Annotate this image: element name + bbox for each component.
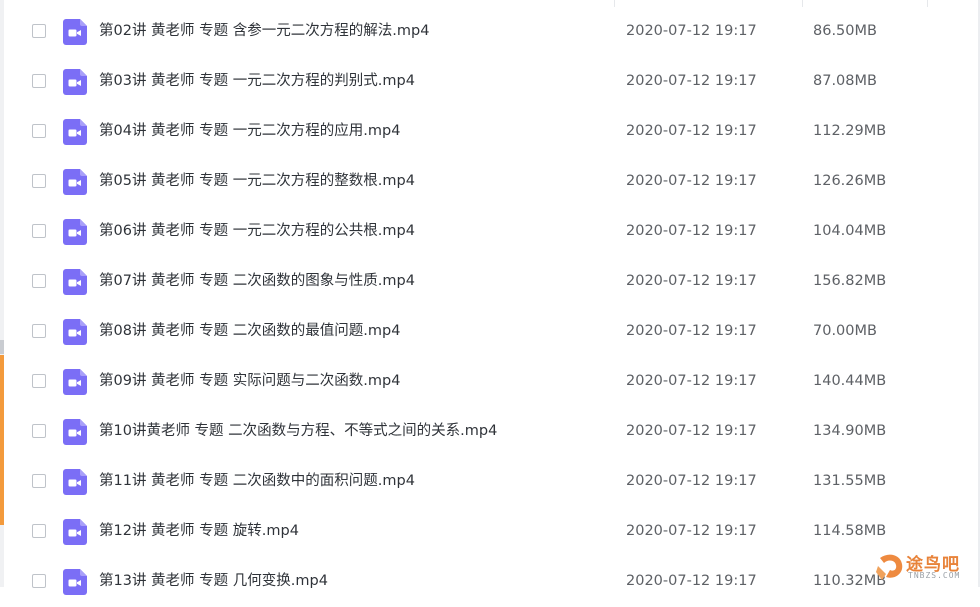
- row-checkbox[interactable]: [32, 124, 46, 138]
- file-size: 126.26MB: [813, 173, 887, 189]
- row-checkbox[interactable]: [32, 574, 46, 588]
- video-file-icon: [63, 69, 87, 95]
- video-file-icon: [63, 519, 87, 545]
- file-row[interactable]: 第10讲黄老师 专题 二次函数与方程、不等式之间的关系.mp4 2020-07-1…: [0, 407, 980, 457]
- file-row[interactable]: 第07讲 黄老师 专题 二次函数的图象与性质.mp4 2020-07-12 19:…: [0, 257, 980, 307]
- row-checkbox[interactable]: [32, 224, 46, 238]
- file-row[interactable]: 第04讲 黄老师 专题 一元二次方程的应用.mp4 2020-07-12 19:1…: [0, 107, 980, 157]
- video-file-icon: [63, 269, 87, 295]
- video-file-icon: [63, 219, 87, 245]
- file-modified-time: 2020-07-12 19:17: [626, 173, 757, 189]
- file-row[interactable]: 第08讲 黄老师 专题 二次函数的最值问题.mp4 2020-07-12 19:1…: [0, 307, 980, 357]
- row-checkbox[interactable]: [32, 24, 46, 38]
- file-row[interactable]: 第12讲 黄老师 专题 旋转.mp4 2020-07-12 19:17 114.58…: [0, 507, 980, 557]
- row-checkbox[interactable]: [32, 74, 46, 88]
- video-file-icon: [63, 169, 87, 195]
- file-name-link[interactable]: 第04讲 黄老师 专题 一元二次方程的应用.mp4: [99, 121, 400, 141]
- video-file-icon: [63, 369, 87, 395]
- file-size: 156.82MB: [813, 273, 887, 289]
- watermark-subtext: TNBZS.COM: [908, 571, 961, 580]
- file-size: 134.90MB: [813, 423, 887, 439]
- file-row[interactable]: 第09讲 黄老师 专题 实际问题与二次函数.mp4 2020-07-12 19:1…: [0, 357, 980, 407]
- file-name-link[interactable]: 第10讲黄老师 专题 二次函数与方程、不等式之间的关系.mp4: [99, 421, 497, 441]
- file-modified-time: 2020-07-12 19:17: [626, 23, 757, 39]
- file-name-link[interactable]: 第08讲 黄老师 专题 二次函数的最值问题.mp4: [99, 321, 400, 341]
- file-row[interactable]: 第02讲 黄老师 专题 含参一元二次方程的解法.mp4 2020-07-12 19…: [0, 7, 980, 57]
- file-name-link[interactable]: 第02讲 黄老师 专题 含参一元二次方程的解法.mp4: [99, 21, 429, 41]
- file-size: 104.04MB: [813, 223, 887, 239]
- file-name-link[interactable]: 第07讲 黄老师 专题 二次函数的图象与性质.mp4: [99, 271, 415, 291]
- file-size: 112.29MB: [813, 123, 887, 139]
- video-file-icon: [63, 119, 87, 145]
- file-size: 140.44MB: [813, 373, 887, 389]
- file-name-link[interactable]: 第09讲 黄老师 专题 实际问题与二次函数.mp4: [99, 371, 400, 391]
- column-separator-time: [614, 0, 615, 7]
- row-checkbox[interactable]: [32, 424, 46, 438]
- file-row[interactable]: 第05讲 黄老师 专题 一元二次方程的整数根.mp4 2020-07-12 19:…: [0, 157, 980, 207]
- file-modified-time: 2020-07-12 19:17: [626, 223, 757, 239]
- file-name-link[interactable]: 第03讲 黄老师 专题 一元二次方程的判别式.mp4: [99, 71, 415, 91]
- video-file-icon: [63, 419, 87, 445]
- file-modified-time: 2020-07-12 19:17: [626, 73, 757, 89]
- column-separator-size: [802, 0, 803, 7]
- file-size: 87.08MB: [813, 73, 877, 89]
- video-file-icon: [63, 319, 87, 345]
- file-modified-time: 2020-07-12 19:17: [626, 473, 757, 489]
- file-modified-time: 2020-07-12 19:17: [626, 573, 757, 589]
- file-name-link[interactable]: 第11讲 黄老师 专题 二次函数中的面积问题.mp4: [99, 471, 415, 491]
- file-name-link[interactable]: 第05讲 黄老师 专题 一元二次方程的整数根.mp4: [99, 171, 415, 191]
- video-file-icon: [63, 469, 87, 495]
- video-file-icon: [63, 569, 87, 595]
- row-checkbox[interactable]: [32, 274, 46, 288]
- row-checkbox[interactable]: [32, 324, 46, 338]
- file-row[interactable]: 第13讲 黄老师 专题 几何变换.mp4 2020-07-12 19:17 110.…: [0, 557, 980, 607]
- watermark: 途鸟吧 TNBZS.COM: [872, 546, 980, 587]
- row-checkbox[interactable]: [32, 374, 46, 388]
- column-separator-end: [927, 0, 928, 7]
- file-size: 131.55MB: [813, 473, 887, 489]
- row-checkbox[interactable]: [32, 524, 46, 538]
- file-modified-time: 2020-07-12 19:17: [626, 373, 757, 389]
- file-name-link[interactable]: 第13讲 黄老师 专题 几何变换.mp4: [99, 571, 328, 591]
- file-modified-time: 2020-07-12 19:17: [626, 323, 757, 339]
- watermark-logo-icon: [876, 554, 903, 580]
- row-checkbox[interactable]: [32, 174, 46, 188]
- file-size: 86.50MB: [813, 23, 877, 39]
- file-size: 114.58MB: [813, 523, 887, 539]
- file-modified-time: 2020-07-12 19:17: [626, 423, 757, 439]
- row-checkbox[interactable]: [32, 474, 46, 488]
- file-name-link[interactable]: 第12讲 黄老师 专题 旋转.mp4: [99, 521, 299, 541]
- file-row[interactable]: 第06讲 黄老师 专题 一元二次方程的公共根.mp4 2020-07-12 19:…: [0, 207, 980, 257]
- file-row[interactable]: 第03讲 黄老师 专题 一元二次方程的判别式.mp4 2020-07-12 19:…: [0, 57, 980, 107]
- file-name-link[interactable]: 第06讲 黄老师 专题 一元二次方程的公共根.mp4: [99, 221, 415, 241]
- file-modified-time: 2020-07-12 19:17: [626, 273, 757, 289]
- file-size: 70.00MB: [813, 323, 877, 339]
- video-file-icon: [63, 19, 87, 45]
- file-row[interactable]: 第11讲 黄老师 专题 二次函数中的面积问题.mp4 2020-07-12 19:…: [0, 457, 980, 507]
- file-modified-time: 2020-07-12 19:17: [626, 123, 757, 139]
- file-modified-time: 2020-07-12 19:17: [626, 523, 757, 539]
